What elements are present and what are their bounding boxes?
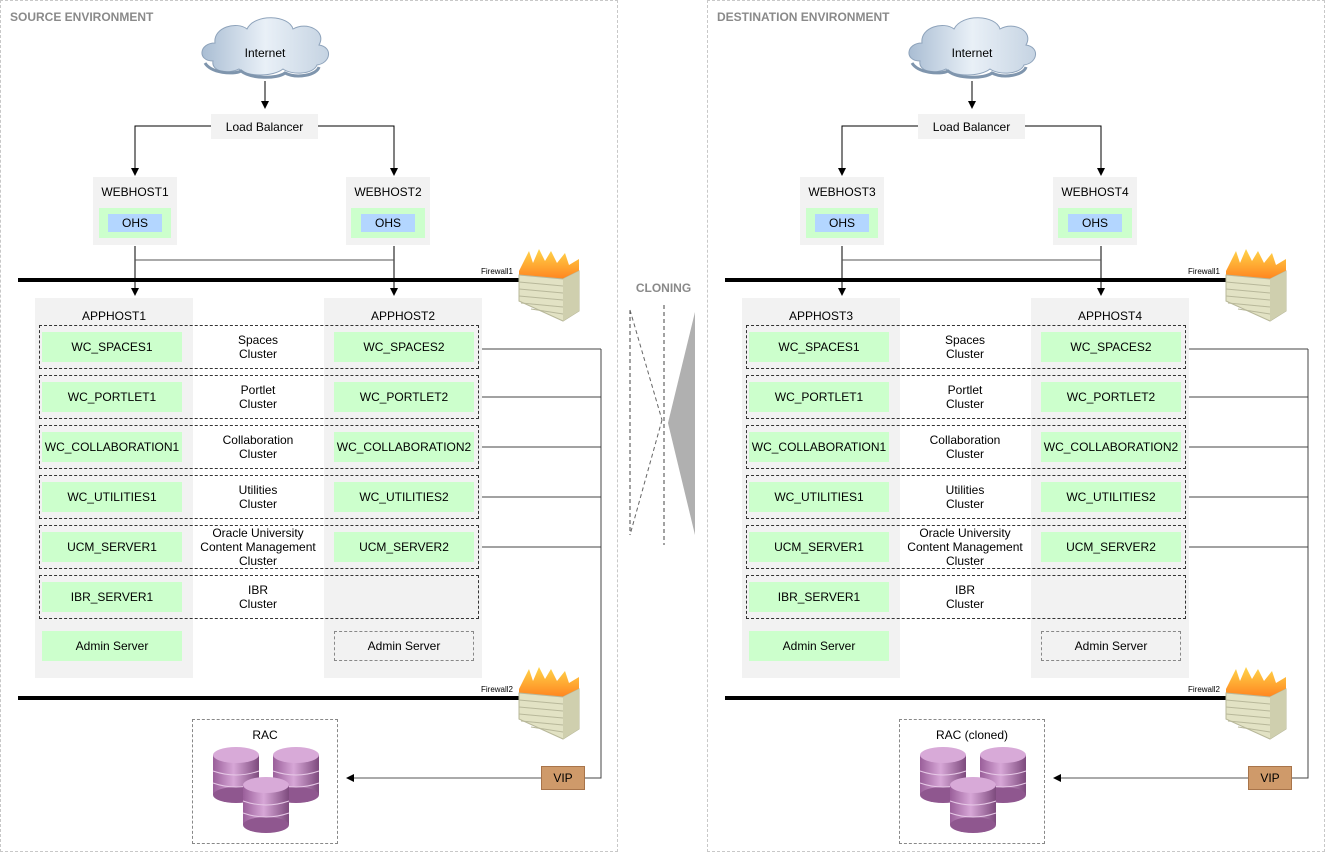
webhost-2: WEBHOST2 OHS	[346, 177, 430, 245]
managed-server: IBR_SERVER1	[749, 582, 889, 612]
firewall2-label: Firewall2	[481, 685, 514, 694]
managed-server: WC_UTILITIES1	[42, 482, 182, 512]
ohs-2: OHS	[361, 214, 415, 232]
webhost-1: WEBHOST3 OHS	[800, 177, 884, 245]
vip-box: VIP	[1248, 766, 1292, 790]
firewall1-label: Firewall1	[481, 267, 514, 276]
ohs-container: OHS	[1058, 208, 1132, 238]
lb-to-webhost2-arrow	[1025, 125, 1105, 176]
ohs-container: OHS	[351, 208, 425, 238]
webhost-1: WEBHOST1 OHS	[93, 177, 177, 245]
firewall1-icon	[518, 249, 580, 322]
admin-server-active: Admin Server	[749, 631, 889, 661]
cloning-dashed-line	[629, 309, 663, 421]
firewall2-icon	[518, 667, 580, 740]
firewall2-label: Firewall2	[1188, 685, 1221, 694]
cluster-label: Spaces Cluster	[944, 333, 986, 361]
managed-server: WC_PORTLET1	[749, 382, 889, 412]
firewall2-icon	[1225, 667, 1287, 740]
cluster-label: Utilities Cluster	[238, 483, 278, 511]
managed-server: UCM_SERVER2	[334, 532, 474, 562]
webhost-2-label: WEBHOST4	[1061, 185, 1129, 199]
webhost-2-label: WEBHOST2	[354, 185, 422, 199]
managed-server: WC_COLLABORATION1	[42, 432, 182, 462]
cluster-label: Oracle University Content Management Clu…	[907, 526, 1023, 568]
cluster-label: Collaboration Cluster	[929, 433, 1001, 461]
vip-bus-line	[1292, 349, 1309, 779]
rac-label: RAC (cloned)	[935, 728, 1009, 742]
managed-server: UCM_SERVER1	[749, 532, 889, 562]
rac-label: RAC	[252, 728, 278, 742]
internet-label: Internet	[951, 46, 993, 60]
lb-to-webhost1-arrow	[838, 125, 918, 176]
source-environment: SOURCE ENVIRONMENT Internet Load Balance…	[0, 0, 618, 852]
managed-server: WC_PORTLET2	[1041, 382, 1181, 412]
vip-bus-line	[585, 349, 602, 779]
managed-server: WC_PORTLET1	[42, 382, 182, 412]
rac-database: RAC (cloned)	[899, 719, 1045, 844]
managed-server: IBR_SERVER1	[42, 582, 182, 612]
cluster-label: Collaboration Cluster	[222, 433, 294, 461]
firewall1-label: Firewall1	[1188, 267, 1221, 276]
load-balancer: Load Balancer	[918, 114, 1025, 139]
ohs-container: OHS	[806, 208, 878, 238]
lb-to-webhost1-arrow	[131, 125, 211, 176]
admin-server-standby: Admin Server	[334, 631, 474, 661]
cluster-label: Utilities Cluster	[945, 483, 985, 511]
ohs-2: OHS	[1068, 214, 1122, 232]
managed-server: UCM_SERVER1	[42, 532, 182, 562]
apphost-1-label: APPHOST3	[788, 309, 854, 323]
managed-server: UCM_SERVER2	[1041, 532, 1181, 562]
webhost-2: WEBHOST4 OHS	[1053, 177, 1137, 245]
destination-environment: DESTINATION ENVIRONMENT Internet Load Ba…	[707, 0, 1325, 852]
managed-server: WC_UTILITIES2	[1041, 482, 1181, 512]
apphost-2-label: APPHOST2	[370, 309, 436, 323]
vip-box: VIP	[541, 766, 585, 790]
cluster-label: IBR Cluster	[945, 583, 984, 611]
webhost-1-label: WEBHOST3	[808, 185, 876, 199]
cluster-label: Spaces Cluster	[237, 333, 279, 361]
cloning-arrow-icon	[629, 305, 695, 545]
cloning-indicator: CLONING	[620, 0, 707, 854]
cluster-label: IBR Cluster	[238, 583, 277, 611]
internet-label: Internet	[244, 46, 286, 60]
ohs-1: OHS	[815, 214, 869, 232]
managed-server: WC_COLLABORATION1	[749, 432, 889, 462]
rac-database: RAC	[192, 719, 338, 844]
webhost-1-label: WEBHOST1	[101, 185, 169, 199]
firewall1-icon	[1225, 249, 1287, 322]
admin-server-active: Admin Server	[42, 631, 182, 661]
load-balancer: Load Balancer	[211, 114, 318, 139]
managed-server: WC_COLLABORATION2	[1041, 432, 1181, 462]
managed-server: WC_SPACES1	[749, 332, 889, 362]
lb-to-webhost2-arrow	[318, 125, 398, 176]
cloning-dashed-line	[629, 419, 663, 536]
ohs-container: OHS	[99, 208, 171, 238]
apphost-1-label: APPHOST1	[81, 309, 147, 323]
cluster-label: Portlet Cluster	[238, 383, 277, 411]
managed-server: WC_COLLABORATION2	[334, 432, 474, 462]
cluster-label: Oracle University Content Management Clu…	[200, 526, 316, 568]
admin-server-standby: Admin Server	[1041, 631, 1181, 661]
managed-server: WC_UTILITIES2	[334, 482, 474, 512]
cloning-direction-triangle	[668, 312, 695, 535]
managed-server: WC_SPACES1	[42, 332, 182, 362]
apphost-2-label: APPHOST4	[1077, 309, 1143, 323]
cluster-label: Portlet Cluster	[945, 383, 984, 411]
managed-server: WC_UTILITIES1	[749, 482, 889, 512]
managed-server: WC_SPACES2	[1041, 332, 1181, 362]
managed-server: WC_PORTLET2	[334, 382, 474, 412]
ohs-1: OHS	[108, 214, 162, 232]
managed-server: WC_SPACES2	[334, 332, 474, 362]
